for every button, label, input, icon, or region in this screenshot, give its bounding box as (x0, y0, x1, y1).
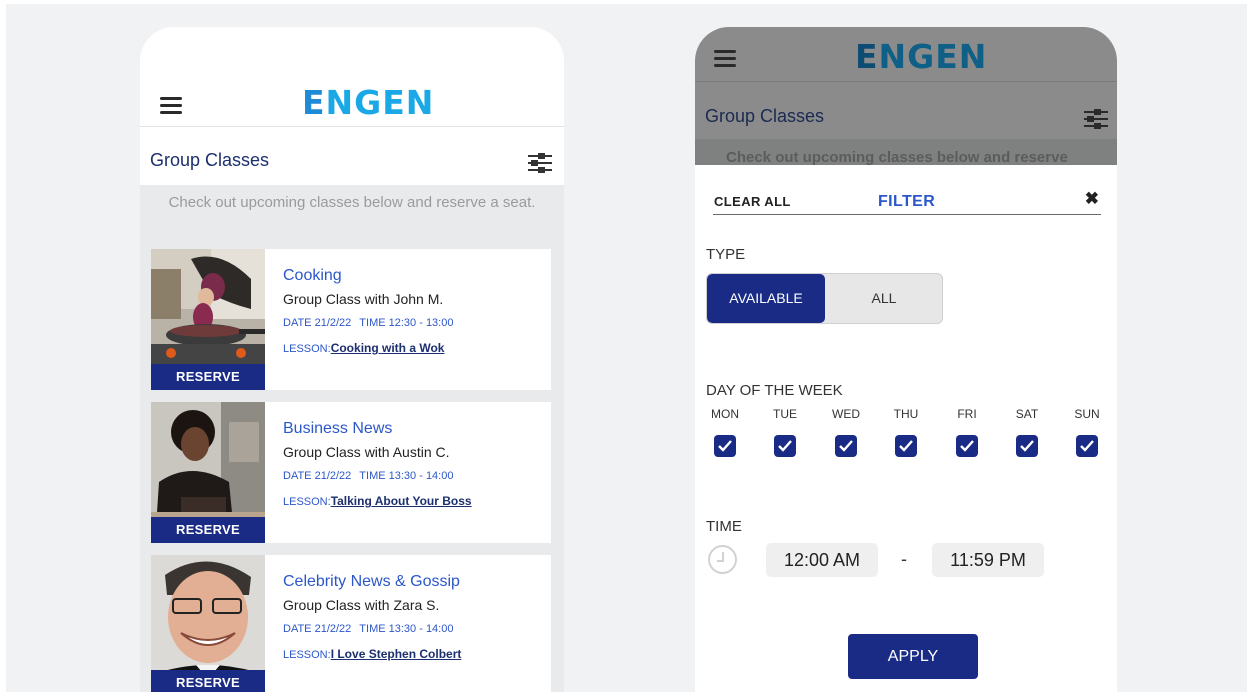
class-image-cooking: RESERVE (151, 249, 265, 390)
apply-button[interactable]: APPLY (848, 634, 978, 679)
day-label-sun: SUN (1074, 407, 1100, 421)
class-card: RESERVE Celebrity News & Gossip Group Cl… (151, 555, 551, 692)
checkbox-wed[interactable] (835, 435, 857, 457)
clear-all-button[interactable]: CLEAR ALL (714, 194, 791, 209)
class-datetime: DATE 21/2/22 TIME 13:30 - 14:00 (283, 623, 454, 635)
time-label: TIME (706, 518, 742, 535)
type-label: TYPE (706, 246, 746, 263)
day-label-tue: TUE (773, 407, 797, 421)
checkbox-checked-icon (960, 440, 974, 452)
class-list-screen: ENGEN Group Classes Check out upcoming c… (140, 27, 564, 692)
class-teacher: Group Class with Zara S. (283, 597, 440, 613)
reserve-button[interactable]: RESERVE (151, 517, 265, 543)
checkbox-checked-icon (1020, 440, 1034, 452)
reserve-button[interactable]: RESERVE (151, 670, 265, 692)
lesson-link[interactable]: Cooking with a Wok (331, 341, 445, 355)
checkbox-sun[interactable] (1076, 435, 1098, 457)
filter-header: CLEAR ALL FILTER ✖ (713, 189, 1101, 215)
class-title[interactable]: Cooking (283, 267, 342, 285)
engen-logo: ENGEN (855, 37, 988, 76)
canvas: ENGEN Group Classes Check out upcoming c… (6, 4, 1247, 692)
checkbox-mon[interactable] (714, 435, 736, 457)
page-title: Group Classes (150, 150, 270, 170)
class-lesson: LESSON:Cooking with a Wok (283, 341, 445, 355)
page-title: Group Classes (705, 106, 825, 126)
checkbox-checked-icon (899, 440, 913, 452)
class-title[interactable]: Business News (283, 420, 392, 438)
title-bar: Group Classes (140, 128, 564, 185)
filter-screen: ENGEN Group Classes Check out upcoming c… (695, 27, 1117, 692)
day-label-wed: WED (832, 407, 860, 421)
engen-logo: ENGEN (302, 83, 435, 122)
page-subtitle: Check out upcoming classes below and res… (726, 149, 1068, 166)
class-list: Check out upcoming classes below and res… (140, 185, 564, 692)
clock-icon (708, 545, 737, 574)
time-from-input[interactable]: 12:00 AM (766, 543, 878, 577)
day-label-fri: FRI (957, 407, 977, 421)
page-subtitle: Check out upcoming classes below and res… (168, 194, 536, 211)
time-to-input[interactable]: 11:59 PM (932, 543, 1044, 577)
menu-icon[interactable] (160, 97, 182, 115)
day-label-sat: SAT (1015, 407, 1039, 421)
day-of-week-label: DAY OF THE WEEK (706, 382, 843, 399)
day-label-mon: MON (711, 407, 739, 421)
checkbox-checked-icon (1080, 440, 1094, 452)
type-segmented-control: AVAILABLE ALL (706, 273, 943, 324)
close-icon[interactable]: ✖ (1085, 189, 1099, 209)
dimmed-overlay[interactable]: ENGEN Group Classes Check out upcoming c… (695, 27, 1117, 166)
class-lesson: LESSON:I Love Stephen Colbert (283, 647, 462, 661)
filter-title: FILTER (878, 193, 936, 210)
class-image-celebrity: RESERVE (151, 555, 265, 692)
filter-sliders-icon[interactable] (528, 152, 552, 174)
time-separator: - (901, 549, 907, 569)
type-option-available[interactable]: AVAILABLE (707, 274, 825, 323)
class-title[interactable]: Celebrity News & Gossip (283, 573, 460, 591)
class-card: RESERVE Business News Group Class with A… (151, 402, 551, 543)
lesson-link[interactable]: I Love Stephen Colbert (331, 647, 462, 661)
checkbox-fri[interactable] (956, 435, 978, 457)
class-image-business: RESERVE (151, 402, 265, 543)
class-card: RESERVE Cooking Group Class with John M.… (151, 249, 551, 390)
class-teacher: Group Class with Austin C. (283, 444, 450, 460)
app-header: ENGEN (140, 27, 564, 127)
menu-icon (714, 50, 736, 68)
class-datetime: DATE 21/2/22 TIME 12:30 - 13:00 (283, 317, 454, 329)
reserve-button[interactable]: RESERVE (151, 364, 265, 390)
checkbox-checked-icon (839, 440, 853, 452)
lesson-link[interactable]: Talking About Your Boss (331, 494, 472, 508)
checkbox-thu[interactable] (895, 435, 917, 457)
class-teacher: Group Class with John M. (283, 291, 444, 307)
day-label-thu: THU (893, 407, 919, 421)
checkbox-checked-icon (718, 440, 732, 452)
filter-sliders-icon (1084, 108, 1108, 130)
type-option-all[interactable]: ALL (825, 274, 942, 323)
checkbox-checked-icon (778, 440, 792, 452)
class-lesson: LESSON:Talking About Your Boss (283, 494, 472, 508)
class-datetime: DATE 21/2/22 TIME 13:30 - 14:00 (283, 470, 454, 482)
checkbox-sat[interactable] (1016, 435, 1038, 457)
checkbox-tue[interactable] (774, 435, 796, 457)
